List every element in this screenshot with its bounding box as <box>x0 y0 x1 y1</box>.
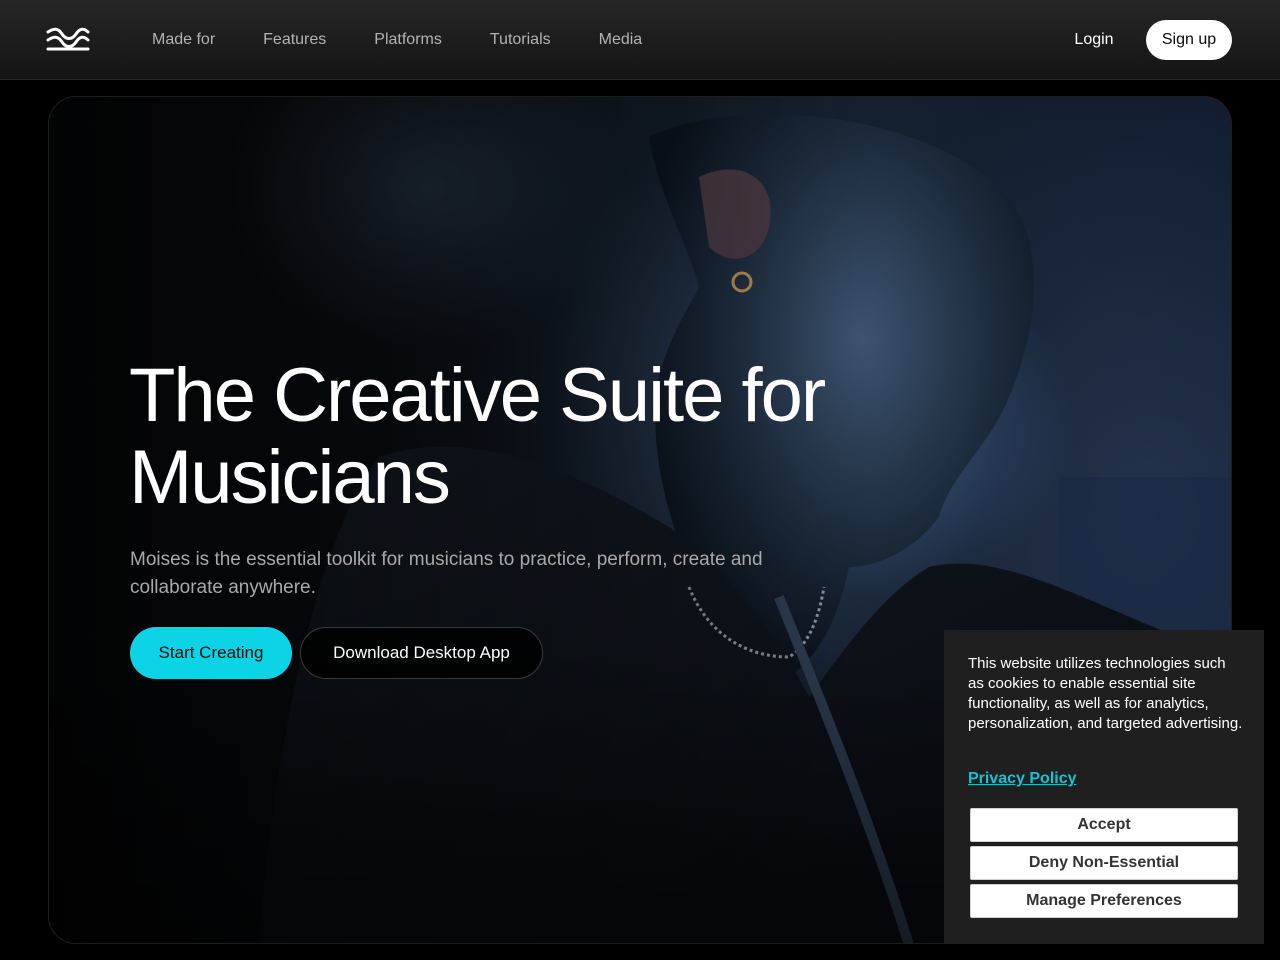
download-desktop-app-button[interactable]: Download Desktop App <box>300 627 543 679</box>
cookie-consent-banner: This website utilizes technologies such … <box>944 630 1264 944</box>
main-nav: Made for Features Platforms Tutorials Me… <box>128 0 666 80</box>
login-link[interactable]: Login <box>1060 20 1128 60</box>
nav-item-features[interactable]: Features <box>239 23 350 57</box>
start-creating-button[interactable]: Start Creating <box>130 627 292 679</box>
cookie-consent-text: This website utilizes technologies such … <box>968 655 1243 732</box>
hero-title: The Creative Suite for Musicians <box>129 353 826 520</box>
nav-item-platforms[interactable]: Platforms <box>350 23 466 57</box>
accept-cookies-button[interactable]: Accept <box>970 808 1238 842</box>
deny-non-essential-button[interactable]: Deny Non-Essential <box>970 846 1238 880</box>
manage-preferences-button[interactable]: Manage Preferences <box>970 884 1238 918</box>
sign-up-button[interactable]: Sign up <box>1146 20 1232 60</box>
privacy-policy-link[interactable]: Privacy Policy <box>968 770 1077 788</box>
nav-item-media[interactable]: Media <box>575 23 667 57</box>
nav-item-made-for[interactable]: Made for <box>128 23 239 57</box>
nav-item-tutorials[interactable]: Tutorials <box>466 23 575 57</box>
moises-logo-icon[interactable] <box>46 26 90 54</box>
top-navigation-bar: Made for Features Platforms Tutorials Me… <box>0 0 1280 80</box>
hero-subtitle: Moises is the essential toolkit for musi… <box>130 549 763 598</box>
